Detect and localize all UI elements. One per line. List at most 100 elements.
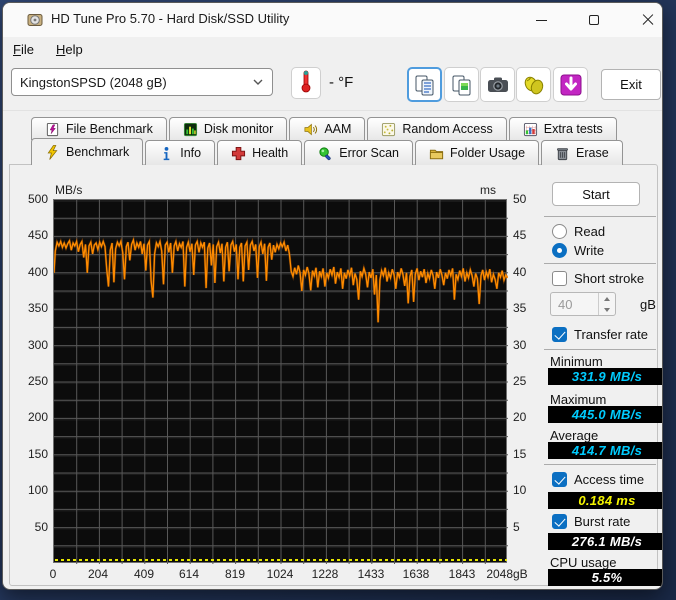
right-axis-tick: 40 <box>513 265 527 279</box>
tab-extra-tests[interactable]: Extra tests <box>508 117 617 140</box>
camera-icon <box>486 73 510 97</box>
read-label: Read <box>574 224 606 239</box>
divider <box>544 349 656 350</box>
start-label: Start <box>582 186 610 202</box>
hands-button[interactable] <box>516 67 551 102</box>
stepper-down-icon[interactable] <box>604 307 610 312</box>
extra-tests-icon <box>523 122 538 137</box>
access-time-checkbox[interactable] <box>552 472 567 487</box>
x-axis-tick: 819 <box>224 567 246 581</box>
right-axis-tick: 45 <box>513 228 527 242</box>
divider <box>544 263 656 264</box>
chevron-down-icon <box>252 76 264 88</box>
tab-label: Folder Usage <box>449 146 526 160</box>
burst-rate-row[interactable]: Burst rate <box>552 514 630 529</box>
tab-disk-monitor[interactable]: Disk monitor <box>168 117 288 140</box>
x-axis-tick: 409 <box>133 567 155 581</box>
stepper-up-icon[interactable] <box>604 296 610 301</box>
right-axis-tick: 10 <box>513 483 527 497</box>
transfer-rate-row[interactable]: Transfer rate <box>552 327 648 342</box>
right-axis-tick: 20 <box>513 410 527 424</box>
folder-icon <box>429 146 444 161</box>
tab-label: Random Access <box>402 122 493 136</box>
tab-label: Erase <box>576 146 609 160</box>
right-axis-tick: 25 <box>513 374 527 388</box>
copy-report-icon <box>413 73 437 97</box>
write-label: Write <box>574 243 605 258</box>
temperature-button[interactable] <box>291 67 321 99</box>
write-radio[interactable] <box>552 243 567 258</box>
copy-image-button[interactable] <box>444 67 479 102</box>
tab-error-scan[interactable]: Error Scan <box>304 140 413 165</box>
minimum-value: 331.9 MB/s <box>548 368 662 385</box>
right-axis-tick: 50 <box>513 192 527 206</box>
menu-item-file[interactable]: File <box>13 42 34 57</box>
maximize-icon <box>589 15 599 25</box>
x-axis-tick: 204 <box>87 567 109 581</box>
drive-select-dropdown[interactable]: KingstonSPSD (2048 gB) <box>11 68 273 96</box>
x-axis-tick: 0 <box>49 567 57 581</box>
short-stroke-checkbox[interactable] <box>552 271 567 286</box>
right-axis-tick: 35 <box>513 301 527 315</box>
tab-info[interactable]: Info <box>145 140 216 165</box>
start-button[interactable]: Start <box>552 182 640 206</box>
burst-rate-checkbox[interactable] <box>552 514 567 529</box>
tab-aam[interactable]: AAM <box>289 117 366 140</box>
x-axis-tick: 614 <box>178 567 200 581</box>
right-axis-tick: 15 <box>513 447 527 461</box>
disk-monitor-icon <box>183 122 198 137</box>
download-icon <box>559 73 583 97</box>
toolbar: KingstonSPSD (2048 gB) - °F Exit <box>3 61 662 111</box>
x-axis-tick: 1843 <box>448 567 476 581</box>
download-button[interactable] <box>553 67 588 102</box>
hd-tune-window: HD Tune Pro 5.70 - Hard Disk/SSD Utility… <box>2 2 663 590</box>
tab-erase[interactable]: Erase <box>541 140 623 165</box>
tab-label: Error Scan <box>339 146 399 160</box>
left-axis-tick: 500 <box>27 192 48 206</box>
right-axis-tick: 5 <box>513 520 520 534</box>
x-axis-tick: 1024 <box>266 567 294 581</box>
camera-button[interactable] <box>480 67 515 102</box>
left-axis-tick: 300 <box>27 338 48 352</box>
left-axis-tick: 100 <box>27 483 48 497</box>
exit-button[interactable]: Exit <box>601 69 661 100</box>
copy-image-icon <box>450 73 474 97</box>
close-button[interactable] <box>625 3 662 37</box>
benchmark-tab-page: MB/s ms 500 450 400 350 300 250 200 150 100 50 50 4… <box>9 164 662 586</box>
read-radio[interactable] <box>552 224 567 239</box>
read-radio-row[interactable]: Read <box>552 224 605 239</box>
benchmark-bolt-icon <box>45 144 60 160</box>
tab-label: Health <box>252 146 289 160</box>
maximum-label: Maximum <box>550 392 607 407</box>
short-stroke-row[interactable]: Short stroke <box>552 271 644 286</box>
transfer-rate-checkbox[interactable] <box>552 327 567 342</box>
maximize-button[interactable] <box>571 3 617 37</box>
health-cross-icon <box>231 146 246 161</box>
tab-health[interactable]: Health <box>217 140 303 165</box>
x-axis-tick: 1638 <box>402 567 430 581</box>
access-time-row[interactable]: Access time <box>552 472 644 487</box>
tab-row-secondary: File Benchmark Disk monitor AAM Random Acce… <box>31 117 619 140</box>
minimize-button[interactable] <box>518 3 564 37</box>
stepper-arrows[interactable] <box>598 293 615 315</box>
copy-report-button[interactable] <box>407 67 442 102</box>
tab-file-benchmark[interactable]: File Benchmark <box>31 117 167 140</box>
hands-icon <box>522 73 546 97</box>
erase-trash-icon <box>555 146 570 161</box>
tab-random-access[interactable]: Random Access <box>367 117 507 140</box>
divider <box>544 464 656 465</box>
info-icon <box>159 146 174 161</box>
tab-folder-usage[interactable]: Folder Usage <box>414 140 540 165</box>
random-access-icon <box>381 122 396 137</box>
divider <box>544 216 656 217</box>
short-stroke-size-stepper[interactable]: 40 <box>550 292 616 316</box>
tab-benchmark[interactable]: Benchmark <box>31 138 144 165</box>
minimum-label: Minimum <box>550 354 603 369</box>
tab-row-primary: Benchmark Info Health Error Scan Folder Usag… <box>31 138 625 165</box>
write-radio-row[interactable]: Write <box>552 243 604 258</box>
burst-rate-value: 276.1 MB/s <box>548 533 662 550</box>
access-time-label: Access time <box>574 472 645 487</box>
access-time-value: 0.184 ms <box>548 492 662 509</box>
left-axis-tick: 150 <box>27 447 48 461</box>
menu-item-help[interactable]: Help <box>56 42 83 57</box>
